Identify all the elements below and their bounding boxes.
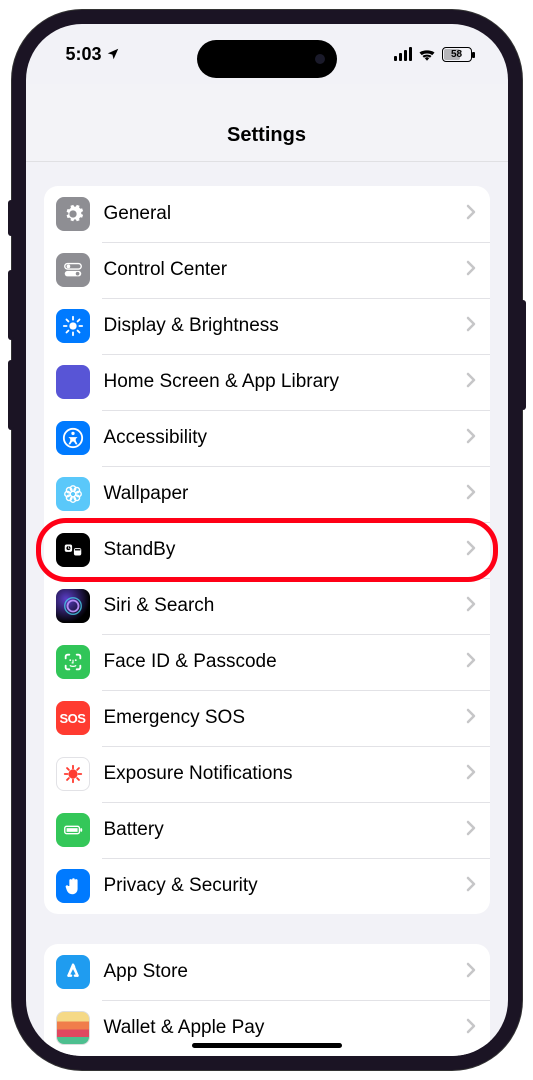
row-label: Wallet & Apple Pay (104, 1017, 466, 1039)
row-label: Home Screen & App Library (104, 371, 466, 393)
phone-frame: 5:03 58 Settings General Control Center Di… (12, 10, 522, 1070)
settings-row-siri[interactable]: Siri & Search (44, 578, 490, 634)
settings-group: App Store Wallet & Apple Pay (44, 944, 490, 1056)
chevron-right-icon (466, 204, 476, 225)
sos-icon: SOS (56, 701, 90, 735)
settings-row-general[interactable]: General (44, 186, 490, 242)
row-label: Emergency SOS (104, 707, 466, 729)
privacy-icon (56, 869, 90, 903)
faceid-icon (56, 645, 90, 679)
wallpaper-icon (56, 477, 90, 511)
row-label: Siri & Search (104, 595, 466, 617)
settings-row-standby[interactable]: StandBy (44, 522, 490, 578)
dynamic-island (197, 40, 337, 78)
home-screen-icon (56, 365, 90, 399)
battery-level: 58 (451, 49, 462, 60)
chevron-right-icon (466, 428, 476, 449)
siri-icon (56, 589, 90, 623)
exposure-icon (56, 757, 90, 791)
chevron-right-icon (466, 260, 476, 281)
wallet-icon (56, 1011, 90, 1045)
row-label: App Store (104, 961, 466, 983)
row-label: Control Center (104, 259, 466, 281)
row-label: StandBy (104, 539, 466, 561)
settings-row-wallpaper[interactable]: Wallpaper (44, 466, 490, 522)
accessibility-icon (56, 421, 90, 455)
settings-row-control-center[interactable]: Control Center (44, 242, 490, 298)
chevron-right-icon (466, 540, 476, 561)
row-label: Exposure Notifications (104, 763, 466, 785)
chevron-right-icon (466, 316, 476, 337)
wifi-icon (418, 47, 436, 61)
appstore-icon (56, 955, 90, 989)
row-label: Display & Brightness (104, 315, 466, 337)
chevron-right-icon (466, 876, 476, 897)
battery-icon: 58 (442, 47, 472, 62)
status-time: 5:03 (66, 44, 102, 65)
screen: 5:03 58 Settings General Control Center Di… (26, 24, 508, 1056)
battery-icon (56, 813, 90, 847)
settings-row-sos[interactable]: SOS Emergency SOS (44, 690, 490, 746)
home-indicator[interactable] (192, 1043, 342, 1048)
chevron-right-icon (466, 764, 476, 785)
row-label: Wallpaper (104, 483, 466, 505)
settings-row-appstore[interactable]: App Store (44, 944, 490, 1000)
settings-row-display[interactable]: Display & Brightness (44, 298, 490, 354)
settings-row-exposure[interactable]: Exposure Notifications (44, 746, 490, 802)
row-label: Accessibility (104, 427, 466, 449)
display-icon (56, 309, 90, 343)
page-title: Settings (26, 84, 508, 162)
general-icon (56, 197, 90, 231)
chevron-right-icon (466, 1018, 476, 1039)
settings-row-battery[interactable]: Battery (44, 802, 490, 858)
chevron-right-icon (466, 596, 476, 617)
cellular-icon (394, 47, 412, 61)
row-label: Face ID & Passcode (104, 651, 466, 673)
standby-icon (56, 533, 90, 567)
chevron-right-icon (466, 484, 476, 505)
chevron-right-icon (466, 962, 476, 983)
settings-group: General Control Center Display & Brightnes… (44, 186, 490, 914)
chevron-right-icon (466, 652, 476, 673)
row-label: Privacy & Security (104, 875, 466, 897)
settings-row-privacy[interactable]: Privacy & Security (44, 858, 490, 914)
location-icon (106, 47, 120, 61)
settings-row-home-screen[interactable]: Home Screen & App Library (44, 354, 490, 410)
settings-row-accessibility[interactable]: Accessibility (44, 410, 490, 466)
control-center-icon (56, 253, 90, 287)
chevron-right-icon (466, 820, 476, 841)
settings-list: General Control Center Display & Brightnes… (26, 162, 508, 1056)
row-label: General (104, 203, 466, 225)
row-label: Battery (104, 819, 466, 841)
settings-row-faceid[interactable]: Face ID & Passcode (44, 634, 490, 690)
chevron-right-icon (466, 372, 476, 393)
chevron-right-icon (466, 708, 476, 729)
